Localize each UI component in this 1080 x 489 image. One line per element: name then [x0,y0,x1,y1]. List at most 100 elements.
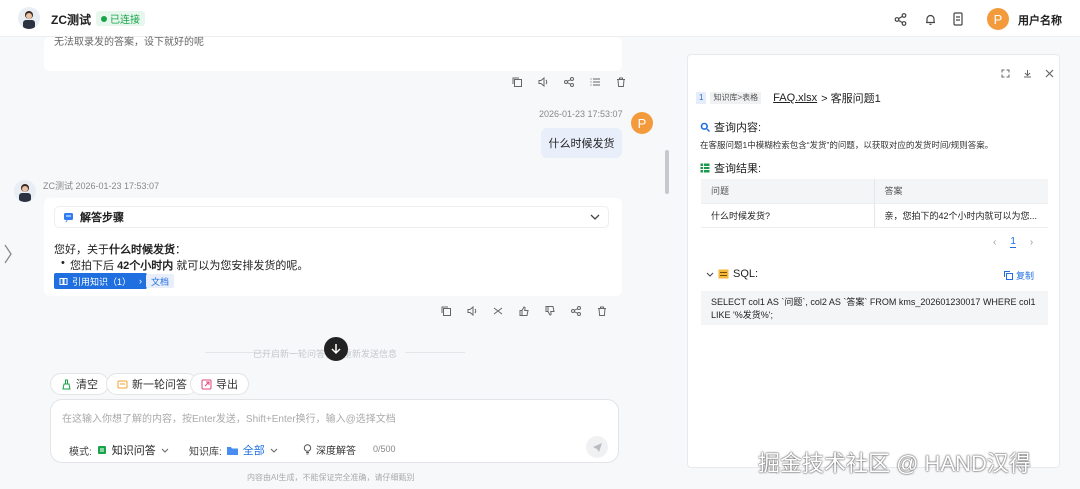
bot-message-meta: ZC测试 2026-01-23 17:53:07 [43,181,160,191]
source-breadcrumb: 1 知识库>表格 FAQ.xlsx > 客服问题1 [696,90,881,106]
send-button[interactable] [586,436,608,458]
broom-icon [62,379,71,389]
bell-icon[interactable] [922,11,938,27]
message-toolbar-2 [440,305,608,317]
copy-icon[interactable] [440,305,452,317]
knowledge-mode-icon [97,446,106,454]
column-header-answer: 答案 [874,179,1048,204]
knowledge-base-select[interactable]: 知识库: 全部 [189,442,278,458]
copy-sql-button[interactable]: 复制 [1004,269,1034,282]
source-detail-panel: 1 知识库>表格 FAQ.xlsx > 客服问题1 查询内容: 在客服问题1中模… [687,54,1060,468]
sidebar-expand-icon[interactable] [4,244,12,269]
status-dot-icon [101,15,107,22]
answer-topic: 什么时候发货 [109,244,175,256]
expand-icon[interactable] [1001,69,1010,81]
copy-icon[interactable] [511,76,523,88]
ai-disclaimer: 内容由AI生成，不能保证完全准确，请仔细甄别 [247,473,415,482]
steps-icon [64,212,73,222]
export-label: 导出 [216,379,238,391]
user-avatar[interactable]: P [987,8,1009,30]
speaker-icon[interactable] [466,305,478,317]
delete-icon[interactable] [615,76,627,88]
share-message-icon[interactable] [570,305,582,317]
status-text: 已连接 [110,15,140,26]
previous-message-text: 无法取录发的答案，设下就好的呢 [54,37,204,48]
chevron-right-icon: › [139,276,143,286]
bullet-bold: 42个小时内 [117,260,174,272]
download-icon[interactable] [1023,69,1032,81]
kb-label: 知识库: [189,446,222,458]
kb-value: 全部 [242,445,265,457]
answer-prefix: 您好，关于 [54,244,109,256]
source-index-badge: 1 [696,92,707,104]
chevron-down-icon[interactable] [590,211,600,223]
pagination: ‹ 1 › [993,236,1033,248]
mode-value: 知识问答 [111,445,156,457]
sql-section-title[interactable]: SQL: [706,268,758,280]
cite-knowledge-button[interactable]: 引用知识（1） › [54,273,148,289]
page-number[interactable]: 1 [1010,236,1016,248]
cite-label: 引用知识（1） [72,276,132,287]
table-cell: 亲，您拍下的42个小时内就可以为您... [874,203,1048,228]
answer-intro: 您好，关于什么时候发货： [54,241,186,257]
export-button[interactable]: 导出 [190,373,249,395]
bot-answer-card: 解答步骤 您好，关于什么时候发货： • 您拍下后 42个小时内 就可以为您安排发… [44,198,622,296]
bot-avatar [18,7,40,29]
answer-steps-header[interactable]: 解答步骤 [54,206,609,228]
doc-tag[interactable]: 文档 [146,274,175,288]
bulb-icon [303,444,312,455]
arrow-down-icon [331,344,341,355]
username[interactable]: 用户名称 [1018,12,1062,28]
answer-bullet: • 您拍下后 42个小时内 就可以为您安排发货的呢。 [61,257,309,273]
clear-label: 清空 [76,379,98,391]
user-message-time: 2026-01-23 17:53:07 [539,109,623,119]
source-file-link[interactable]: FAQ.xlsx [773,92,817,104]
bullet-pre: 您拍下后 [70,260,118,272]
answer-colon: ： [175,244,186,256]
close-icon[interactable] [1045,69,1054,81]
previous-message-bubble: 无法取录发的答案，设下就好的呢 [44,37,622,71]
steps-title: 解答步骤 [80,212,124,224]
folder-icon [226,446,238,455]
chevron-down-icon [706,272,714,277]
share-icon[interactable] [892,11,908,27]
thumbs-up-icon[interactable] [518,305,530,317]
delete-icon[interactable] [596,305,608,317]
chevron-down-icon [270,445,278,456]
thumbs-down-icon[interactable] [544,305,556,317]
user-message-bubble: 什么时候发货 [541,128,622,158]
deep-answer-toggle[interactable]: 深度解答 [303,442,356,457]
bullet-dot-icon: • [61,257,65,269]
source-type-tag: 知识库>表格 [710,92,762,104]
list-icon[interactable] [589,76,601,88]
speaker-icon[interactable] [537,76,549,88]
top-header: ZC测试 已连接 P 用户名称 [0,0,1080,37]
bot-message-avatar [14,180,36,202]
document-icon[interactable] [950,11,966,27]
bullet-post: 就可以为您安排发货的呢。 [173,260,309,272]
next-page-icon[interactable]: › [1030,237,1033,248]
prev-page-icon[interactable]: ‹ [993,237,996,248]
user-message-avatar: P [631,112,653,134]
result-title: 查询结果: [714,163,762,175]
query-title: 查询内容: [714,122,762,134]
app-title: ZC测试 [51,13,91,27]
deep-answer-label: 深度解答 [316,446,356,457]
query-description: 在客服问题1中模糊检索包含“发货”的问题，以获取对应的发货时间/规则答案。 [700,140,994,150]
new-round-label: 新一轮问答 [132,379,187,391]
export-icon [201,379,212,389]
char-count: 0/500 [373,444,396,454]
source-path: > 客服问题1 [821,93,881,105]
shuffle-icon[interactable] [492,305,504,317]
clear-button[interactable]: 清空 [50,373,109,395]
scroll-to-bottom-button[interactable] [324,337,348,361]
chevron-down-icon [161,445,169,456]
chat-input[interactable]: 在这输入你想了解的内容，按Enter发送，Shift+Enter换行，输入@选择… [62,410,607,425]
chat-input-box: 在这输入你想了解的内容，按Enter发送，Shift+Enter换行，输入@选择… [50,399,619,463]
mode-select[interactable]: 模式: 知识问答 [69,442,169,458]
table-cell: 什么时候发货? [701,203,875,228]
chat-scrollbar[interactable] [665,150,669,194]
new-round-button[interactable]: 新一轮问答 [106,373,198,395]
share-message-icon[interactable] [563,76,575,88]
result-table: 问题 答案 什么时候发货? 亲，您拍下的42个小时内就可以为您... [701,179,1048,228]
